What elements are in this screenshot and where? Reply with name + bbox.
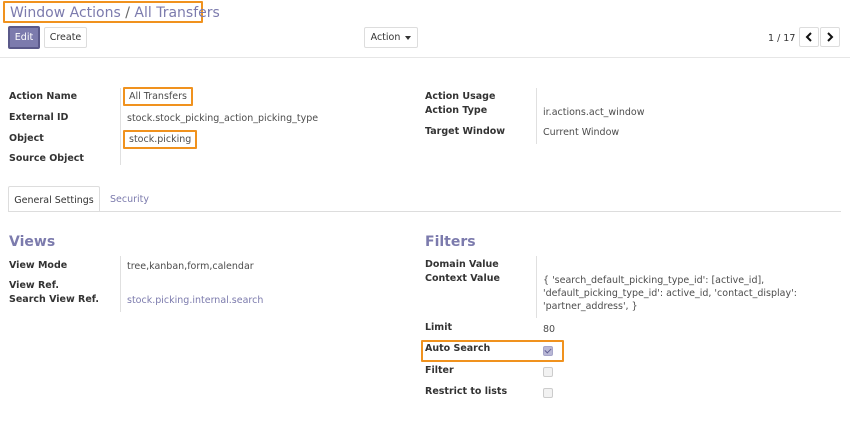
tab-divider — [8, 211, 841, 212]
limit-value: 80 — [543, 324, 556, 335]
filters-section-title: Filters — [425, 234, 476, 250]
field-divider — [120, 256, 121, 312]
pager-previous-button[interactable] — [799, 27, 819, 47]
views-section-title: Views — [9, 234, 56, 250]
context-value: { 'search_default_picking_type_id': [act… — [543, 275, 797, 312]
action-type-value: ir.actions.act_window — [543, 107, 645, 118]
filter-label: Filter — [425, 365, 454, 376]
object-label: Object — [9, 133, 44, 144]
action-label: Action — [370, 32, 401, 43]
chevron-right-icon — [827, 32, 834, 42]
breadcrumb: Window Actions / All Transfers — [3, 1, 220, 23]
target-window-value: Current Window — [543, 127, 620, 138]
object-value: stock.picking — [123, 130, 198, 149]
tab-security[interactable]: Security — [110, 186, 149, 205]
domain-value-label: Domain Value — [425, 259, 499, 270]
search-view-ref-label: Search View Ref. — [9, 294, 100, 305]
search-view-ref-link[interactable]: stock.picking.internal.search — [127, 295, 263, 306]
auto-search-checkbox[interactable] — [543, 346, 553, 356]
edit-button[interactable]: Edit — [8, 26, 40, 49]
pager-counter[interactable]: 1 / 17 — [768, 33, 795, 44]
pager-next-button[interactable] — [820, 27, 840, 47]
breadcrumb-parent-link[interactable]: Window Actions — [10, 5, 121, 21]
action-name-value: All Transfers — [123, 87, 193, 106]
external-id-value: stock.stock_picking_action_picking_type — [127, 113, 319, 124]
auto-search-label: Auto Search — [425, 343, 491, 354]
action-name-label: Action Name — [9, 91, 78, 102]
target-window-label: Target Window — [425, 126, 506, 137]
view-mode-value: tree,kanban,form,calendar — [127, 261, 254, 272]
field-divider — [536, 88, 537, 144]
create-button[interactable]: Create — [44, 27, 87, 48]
view-mode-label: View Mode — [9, 260, 68, 271]
field-divider — [536, 256, 537, 318]
limit-label: Limit — [425, 322, 453, 333]
tab-general-settings[interactable]: General Settings — [8, 186, 100, 212]
external-id-label: External ID — [9, 112, 69, 123]
action-usage-label: Action Usage — [425, 91, 496, 102]
chevron-left-icon — [805, 32, 812, 42]
breadcrumb-current: All Transfers — [134, 5, 220, 21]
caret-down-icon — [405, 35, 412, 40]
restrict-to-lists-label: Restrict to lists — [425, 386, 508, 397]
restrict-to-lists-checkbox[interactable] — [543, 388, 553, 398]
view-ref-label: View Ref. — [9, 280, 59, 291]
source-object-label: Source Object — [9, 153, 84, 164]
filter-checkbox[interactable] — [543, 367, 553, 377]
context-value-label: Context Value — [425, 273, 500, 284]
field-divider — [120, 88, 121, 165]
action-dropdown-button[interactable]: Action — [364, 27, 418, 48]
breadcrumb-separator: / — [125, 5, 130, 21]
toolbar-divider — [0, 57, 850, 58]
action-type-label: Action Type — [425, 105, 488, 116]
